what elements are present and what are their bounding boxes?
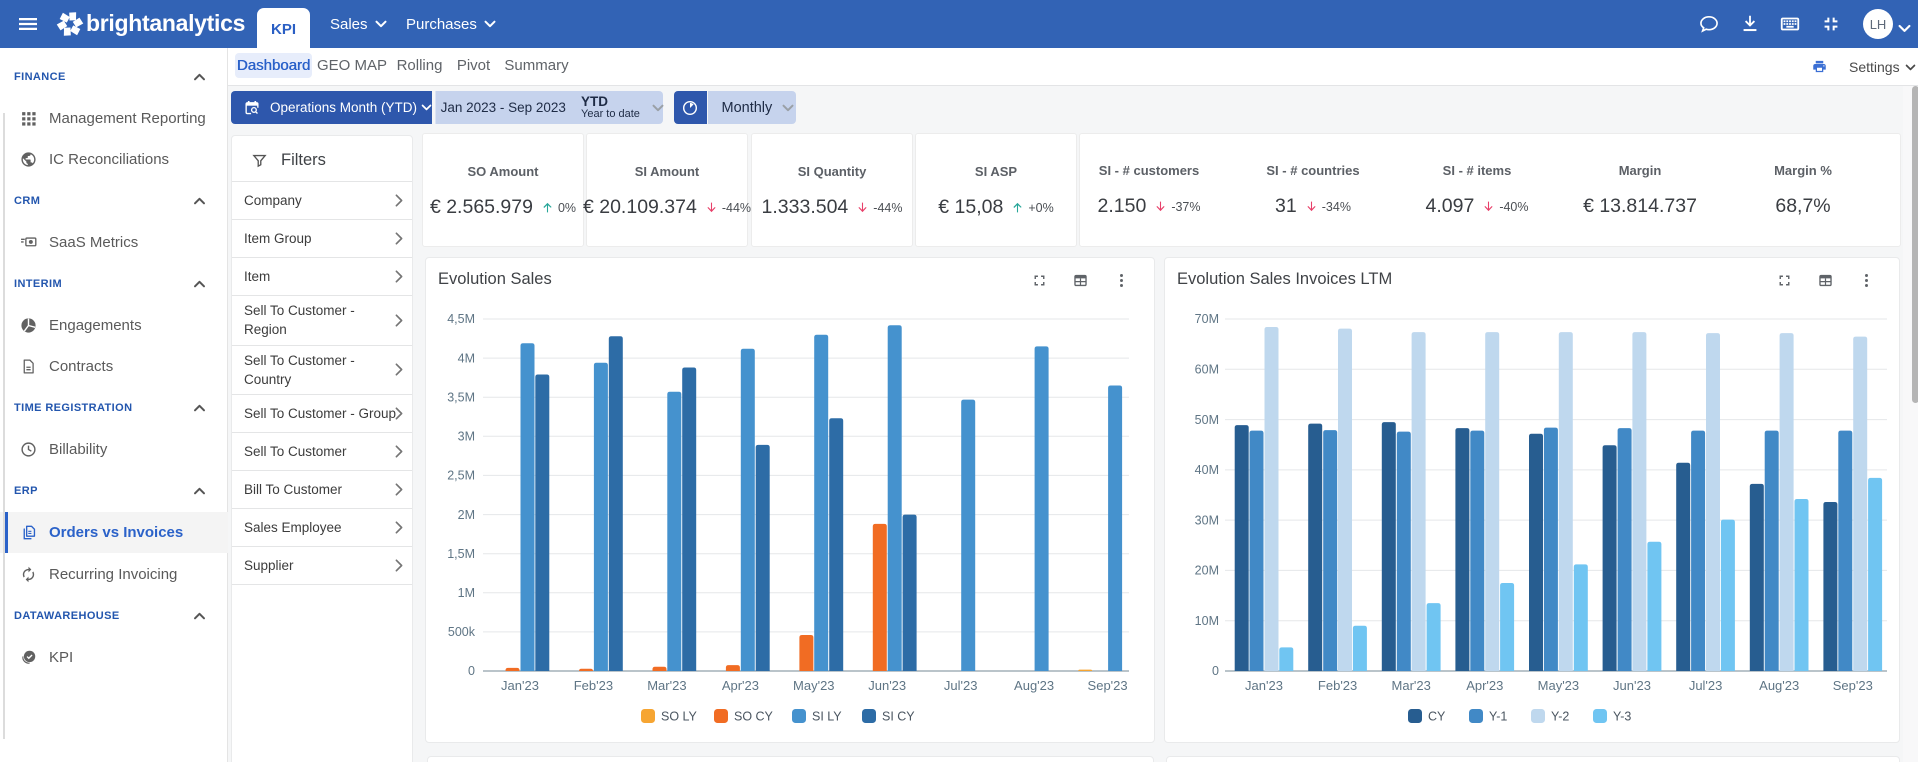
svg-text:Feb'23: Feb'23 — [1318, 678, 1357, 693]
svg-text:1M: 1M — [458, 586, 475, 600]
svg-text:Sep'23: Sep'23 — [1833, 678, 1873, 693]
svg-text:30M: 30M — [1195, 513, 1219, 527]
svg-text:Y-3: Y-3 — [1613, 710, 1631, 724]
svg-text:CY: CY — [1428, 710, 1446, 724]
svg-text:Jan'23: Jan'23 — [1245, 678, 1283, 693]
svg-text:4M: 4M — [458, 351, 475, 365]
svg-text:2M: 2M — [458, 508, 475, 522]
svg-text:May'23: May'23 — [1538, 678, 1580, 693]
svg-text:2,5M: 2,5M — [447, 469, 475, 483]
svg-text:Jun'23: Jun'23 — [868, 678, 906, 693]
svg-text:Jun'23: Jun'23 — [1613, 678, 1651, 693]
svg-text:Aug'23: Aug'23 — [1014, 678, 1054, 693]
svg-text:0: 0 — [1212, 664, 1219, 678]
svg-text:Y-2: Y-2 — [1551, 710, 1569, 724]
svg-text:Jul'23: Jul'23 — [1689, 678, 1723, 693]
svg-text:SO CY: SO CY — [734, 710, 774, 724]
svg-text:SI LY: SI LY — [812, 710, 842, 724]
svg-text:50M: 50M — [1195, 413, 1219, 427]
svg-text:10M: 10M — [1195, 614, 1219, 628]
svg-text:3,5M: 3,5M — [447, 390, 475, 404]
svg-text:Apr'23: Apr'23 — [722, 678, 759, 693]
svg-text:40M: 40M — [1195, 463, 1219, 477]
svg-text:Jan'23: Jan'23 — [501, 678, 539, 693]
svg-text:20M: 20M — [1195, 564, 1219, 578]
svg-text:Sep'23: Sep'23 — [1088, 678, 1128, 693]
svg-text:SO LY: SO LY — [661, 710, 698, 724]
svg-text:SI CY: SI CY — [882, 710, 915, 724]
svg-text:70M: 70M — [1195, 312, 1219, 326]
svg-text:Aug'23: Aug'23 — [1759, 678, 1799, 693]
svg-text:May'23: May'23 — [793, 678, 835, 693]
svg-text:Jul'23: Jul'23 — [944, 678, 978, 693]
svg-text:4,5M: 4,5M — [447, 312, 475, 326]
svg-text:0: 0 — [468, 664, 475, 678]
svg-text:Y-1: Y-1 — [1489, 710, 1507, 724]
svg-text:500k: 500k — [448, 625, 476, 639]
svg-text:Mar'23: Mar'23 — [1392, 678, 1431, 693]
svg-text:1,5M: 1,5M — [447, 547, 475, 561]
svg-text:Mar'23: Mar'23 — [647, 678, 686, 693]
svg-text:3M: 3M — [458, 430, 475, 444]
svg-text:Feb'23: Feb'23 — [574, 678, 613, 693]
svg-text:Apr'23: Apr'23 — [1466, 678, 1503, 693]
svg-text:60M: 60M — [1195, 363, 1219, 377]
